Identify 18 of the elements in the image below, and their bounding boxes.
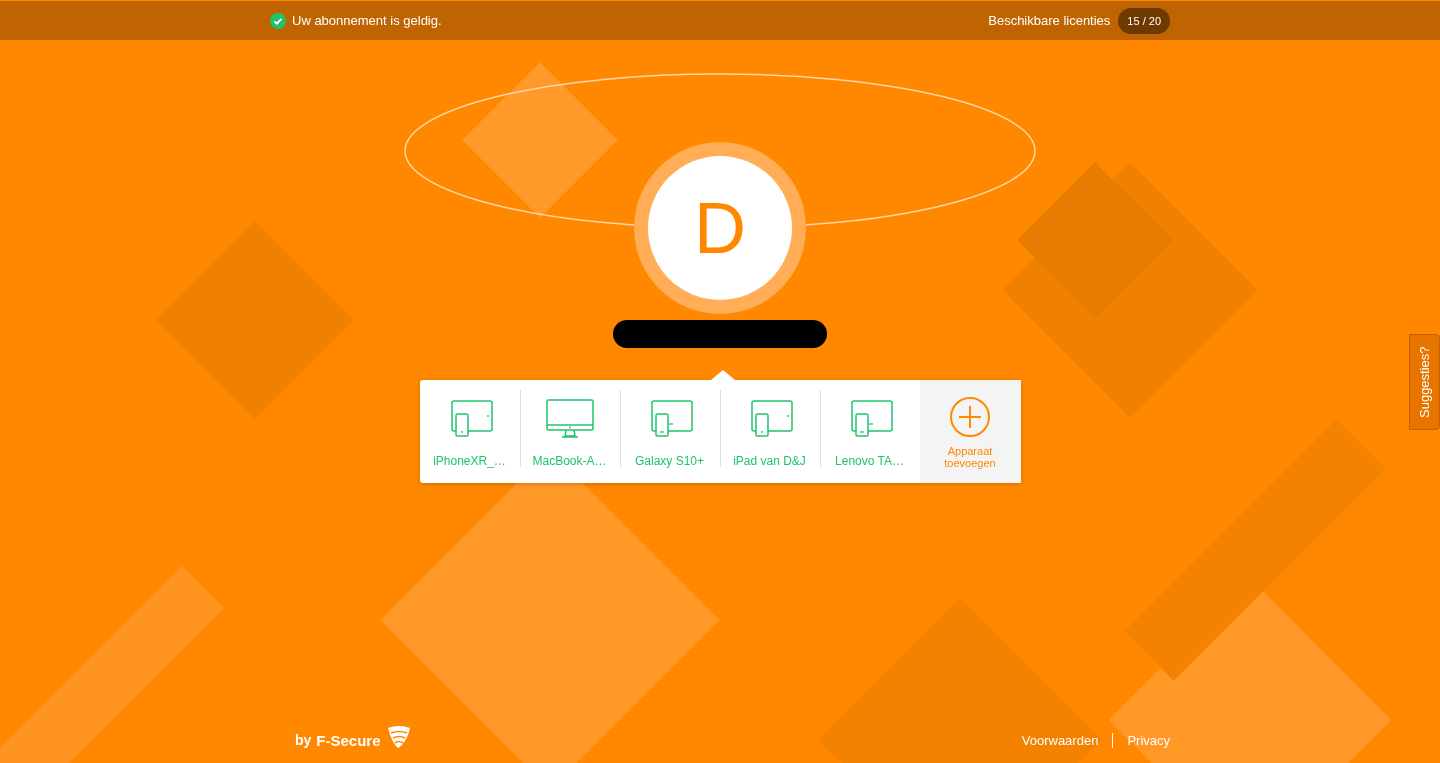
device-tile[interactable]: Lenovo TA…	[819, 380, 920, 483]
shield-logo-icon	[385, 725, 412, 749]
licenses-label: Beschikbare licenties	[988, 13, 1111, 28]
footer-link[interactable]: Voorwaarden	[1021, 732, 1099, 748]
device-tile[interactable]: iPad van D&J	[719, 380, 820, 483]
computer-monitor-icon	[544, 398, 595, 440]
device-tile[interactable]: MacBook-A…	[519, 380, 620, 483]
profile-avatar: D	[648, 156, 792, 300]
footer-link[interactable]: Privacy	[1127, 732, 1170, 748]
subscription-status: Uw abonnement is geldig.	[292, 13, 442, 28]
licenses-count: 15 / 20	[1118, 7, 1170, 34]
plus-icon	[949, 396, 991, 438]
brand-prefix: by	[295, 732, 312, 748]
device-tile[interactable]: iPhoneXR_…	[419, 380, 520, 483]
suggestions-tab[interactable]: Suggesties?	[1409, 334, 1440, 430]
add-device-button[interactable]: Apparaat toevoegen	[919, 380, 1021, 483]
device-tile[interactable]: Galaxy S10+	[619, 380, 720, 483]
brand-logo-text: F-Secure	[316, 731, 381, 749]
